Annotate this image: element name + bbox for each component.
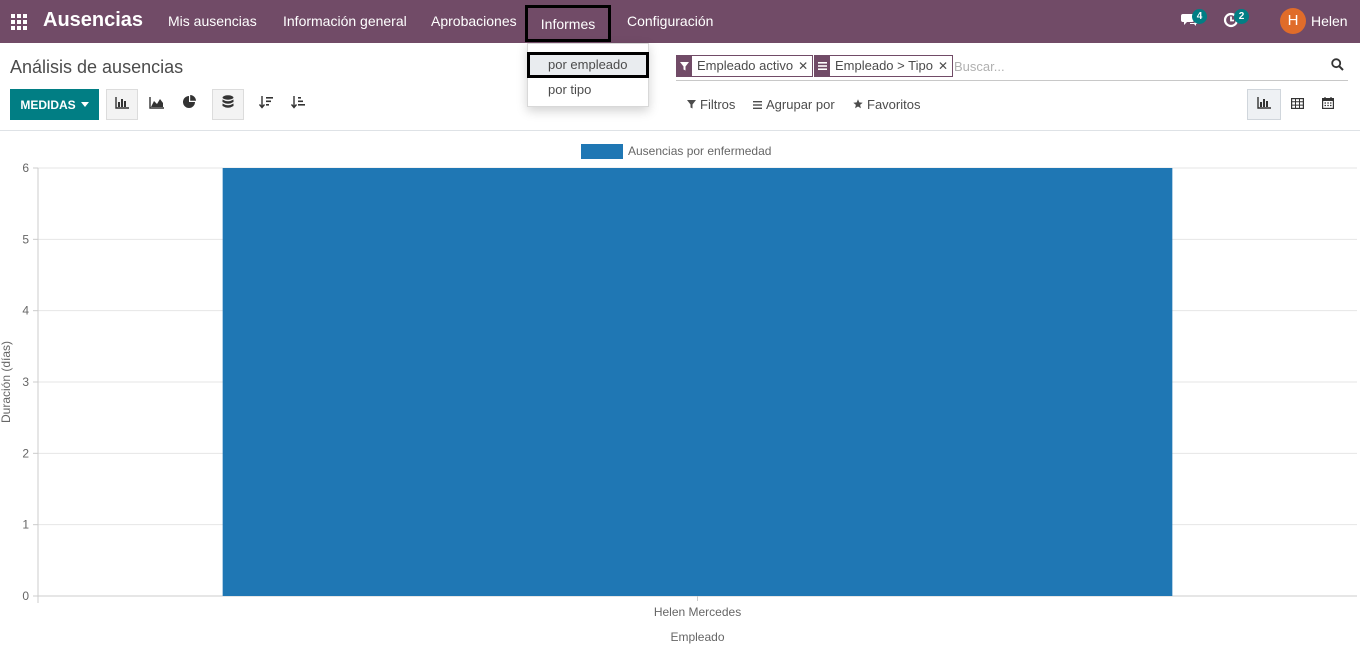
database-stack-icon [222,95,234,114]
sort-descending-button[interactable] [250,89,282,120]
search-icon[interactable] [1331,58,1344,76]
bar-chart-icon [115,96,129,114]
menu-mis-ausencias[interactable]: Mis ausencias [168,13,257,29]
menu-informes-label: Informes [540,15,596,32]
sort-amount-down-icon [258,95,273,114]
sort-amount-up-icon [290,95,305,114]
close-icon[interactable]: ✕ [798,56,812,76]
sort-ascending-button[interactable] [282,89,314,120]
pie-chart-mode-button[interactable] [173,89,205,120]
dropdown-item-por-tipo[interactable]: por tipo [528,82,648,98]
bars-icon [753,97,762,112]
group-by-label: Agrupar por [766,97,835,112]
facet-empleado-tipo: Empleado > Tipo ✕ [814,55,953,77]
y-tick-label: 5 [22,232,29,246]
apps-menu-icon[interactable] [11,14,27,30]
messages-systray[interactable]: 4 [1181,9,1207,32]
favorites-button[interactable]: Favoritos [853,97,920,112]
calendar-icon [1322,96,1335,114]
favorites-label: Favoritos [867,97,921,112]
measures-label: MEDIDAS [20,97,76,112]
star-icon [853,97,863,112]
menu-informacion-general[interactable]: Información general [283,13,407,29]
calendar-view-button[interactable] [1311,89,1345,120]
x-tick-label: Helen Mercedes [654,605,741,619]
legend-swatch [581,144,623,159]
page-title: Análisis de ausencias [10,57,184,77]
filters-button[interactable]: Filtros [687,97,735,112]
measures-button[interactable]: MEDIDAS [10,89,99,120]
legend-label: Ausencias por enfermedad [628,144,771,158]
informes-dropdown: por empleado por tipo [527,43,649,107]
facet-label: Empleado activo [697,58,794,73]
stacked-toggle-button[interactable] [212,89,244,120]
y-axis-label: Duración (días) [0,341,13,423]
search-input[interactable] [954,57,1314,75]
bar-chart: 0 1 2 3 4 5 6 Helen Mercedes Empleado Duración (d… [0,144,1357,644]
filters-label: Filtros [700,97,736,112]
group-by-button[interactable]: Agrupar por [753,97,835,112]
line-chart-mode-button[interactable] [140,89,172,120]
caret-down-icon [80,102,89,107]
top-navbar: Ausencias Mis ausencias Información gene… [0,0,1360,43]
menu-configuracion[interactable]: Configuración [627,13,713,29]
y-tick-label: 0 [22,589,29,603]
y-tick-label: 4 [22,304,29,318]
pie-chart-icon [182,95,196,114]
filter-icon [687,97,696,112]
group-by-icon [815,56,830,76]
close-icon[interactable]: ✕ [938,56,952,76]
filter-icon [677,56,692,76]
table-icon [1290,96,1304,114]
pivot-view-button[interactable] [1280,89,1314,120]
messages-count-badge: 4 [1192,9,1207,24]
bar [222,168,1173,596]
facet-empleado-activo: Empleado activo ✕ [676,55,814,77]
user-menu[interactable]: Helen [1311,13,1348,29]
y-tick-label: 3 [22,375,29,389]
avatar[interactable]: H [1280,8,1306,34]
menu-aprobaciones[interactable]: Aprobaciones [431,13,517,29]
y-tick-label: 6 [22,161,29,175]
activities-systray[interactable]: 2 [1223,9,1249,33]
y-tick-label: 1 [22,518,29,532]
x-axis-label: Empleado [670,630,724,644]
dropdown-item-por-empleado[interactable]: por empleado [527,52,649,78]
activities-count-badge: 2 [1234,9,1249,24]
app-brand[interactable]: Ausencias [43,9,143,32]
bar-chart-mode-button[interactable] [106,89,138,120]
menu-informes[interactable]: Informes [525,5,611,42]
y-tick-label: 2 [22,446,29,460]
bar-chart-icon [1257,96,1271,114]
area-chart-icon [148,96,164,114]
search-bar: Empleado activo ✕ Empleado > Tipo ✕ [676,55,1348,81]
graph-view-button[interactable] [1247,89,1281,120]
facet-label: Empleado > Tipo [835,58,933,73]
